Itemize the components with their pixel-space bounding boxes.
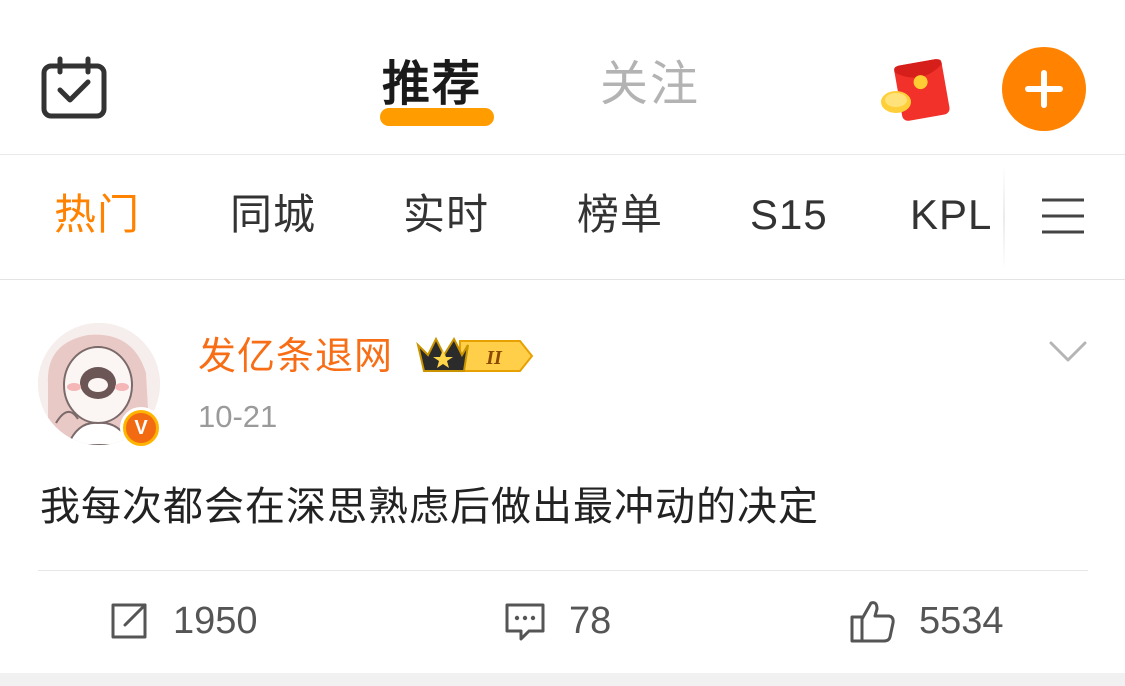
post-timestamp: 10-21 — [198, 399, 278, 434]
tab-recommend-label: 推荐 — [382, 56, 483, 112]
comment-icon — [505, 603, 545, 641]
chevron-down-icon[interactable] — [1048, 339, 1088, 365]
tab-following-label: 关注 — [600, 56, 701, 112]
channel-realtime[interactable]: 实时 — [403, 185, 489, 245]
thumbs-up-icon — [850, 601, 895, 643]
red-envelope-icon[interactable] — [878, 56, 956, 124]
post-author-name[interactable]: 发亿条退网 — [198, 331, 393, 381]
tab-recommend[interactable]: 推荐 — [382, 52, 482, 116]
feed-separator — [0, 673, 1125, 686]
channel-ranking[interactable]: 榜单 — [577, 185, 663, 245]
repost-icon — [111, 603, 147, 639]
menu-lines-icon[interactable] — [1040, 196, 1086, 236]
channel-bar: 热门 同城 实时 榜单 S15 KPL — [0, 155, 1125, 280]
post-divider — [38, 570, 1088, 571]
channel-scroll-divider — [1003, 165, 1005, 270]
channel-local[interactable]: 同城 — [230, 185, 316, 245]
tab-following[interactable]: 关注 — [600, 52, 700, 116]
svg-text:II: II — [485, 347, 503, 369]
calendar-check-icon[interactable] — [40, 56, 108, 120]
weibo-home-screen: 推荐 关注 热门 同城 实时 榜单 S15 KPL V 发亿条退网 II 10-… — [0, 0, 1125, 686]
post-content: 我每次都会在深思熟虑后做出最冲动的决定 — [40, 484, 819, 530]
feed-post[interactable]: V 发亿条退网 II 10-21 我每次都会在深思熟虑后做出最冲动的决定 195… — [0, 281, 1125, 673]
channel-kpl[interactable]: KPL — [910, 185, 992, 245]
plus-icon — [1025, 70, 1063, 108]
repost-count: 1950 — [173, 599, 258, 642]
comment-button[interactable]: 78 — [503, 593, 611, 649]
comment-count: 78 — [569, 599, 612, 642]
repost-button[interactable]: 1950 — [107, 593, 258, 649]
verified-badge-icon: V — [120, 407, 162, 449]
vip-crown-badge-icon[interactable]: II — [416, 333, 536, 379]
compose-button[interactable] — [1002, 47, 1086, 131]
like-button[interactable]: 5534 — [849, 593, 1004, 649]
channel-s15[interactable]: S15 — [750, 185, 828, 245]
like-count: 5534 — [919, 599, 1004, 642]
top-bar: 推荐 关注 — [0, 0, 1125, 155]
channel-hot[interactable]: 热门 — [54, 185, 140, 245]
